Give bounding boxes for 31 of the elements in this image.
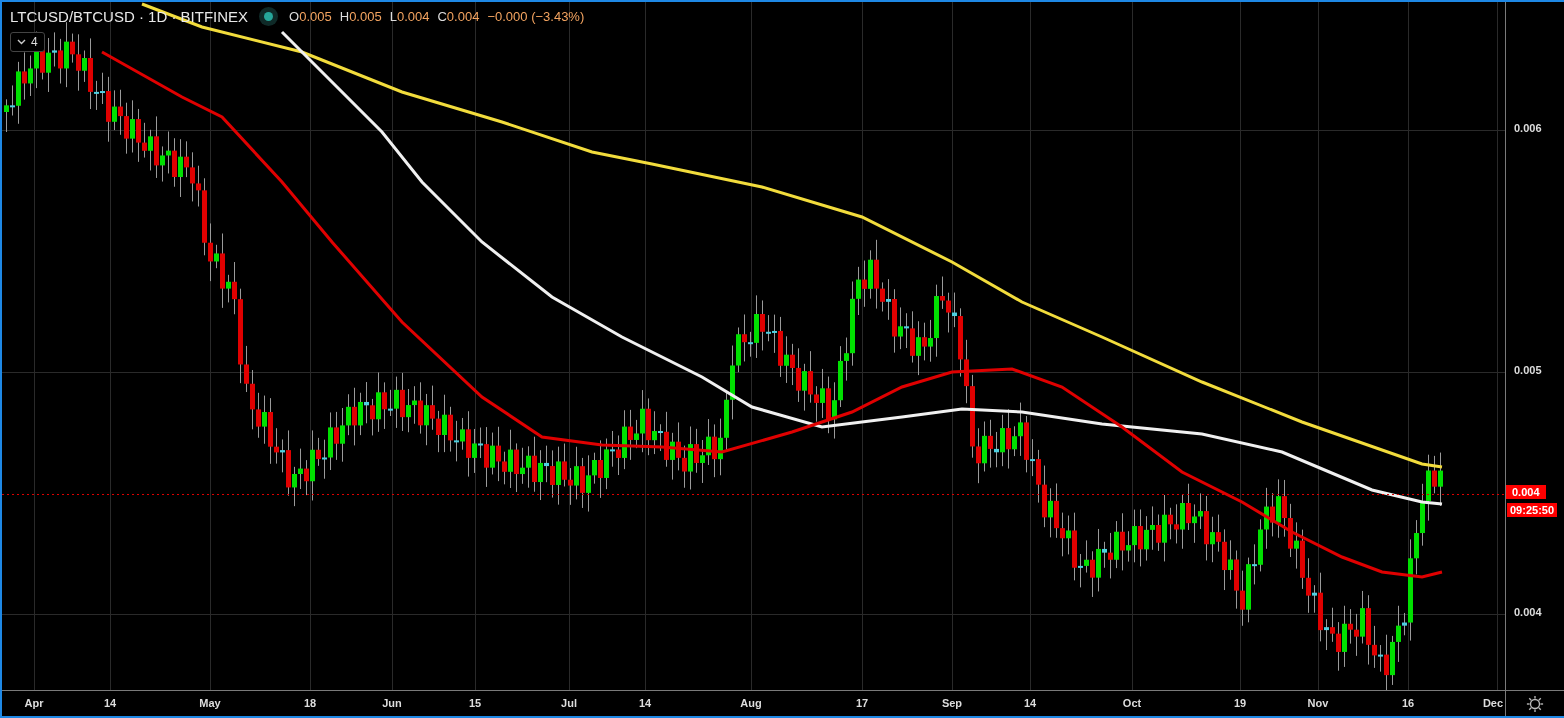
countdown-label: 09:25:50 (1507, 503, 1558, 517)
date-tick-label: Nov (1306, 697, 1330, 709)
chevron-down-icon (17, 39, 26, 45)
ohlc-value: C0.004 (437, 9, 480, 24)
date-tick-label: Dec (1481, 697, 1505, 709)
price-tick-label: 0.006 (1514, 122, 1542, 134)
date-tick-label: Oct (1121, 697, 1143, 709)
price-tick-label: 0.005 (1514, 364, 1542, 376)
date-tick-label: Jul (560, 697, 578, 709)
date-tick-label: 17 (854, 697, 870, 709)
current-price-label: 0.004 (1506, 485, 1546, 499)
price-tick-label: 0.004 (1514, 606, 1542, 618)
date-tick-label: Apr (23, 697, 45, 709)
date-tick-label: Sep (940, 697, 964, 709)
date-tick-label: Aug (739, 697, 763, 709)
date-tick-label: 15 (467, 697, 483, 709)
date-tick-label: 18 (302, 697, 318, 709)
indicators-toggle-button[interactable]: 4 (10, 32, 45, 52)
ohlc-value: H0.005 (339, 9, 382, 24)
date-tick-label: Jun (381, 697, 403, 709)
date-tick-label: 14 (637, 697, 653, 709)
date-tick-label: 14 (1022, 697, 1038, 709)
date-tick-label: 16 (1400, 697, 1416, 709)
ohlc-value: O0.005 (289, 9, 332, 24)
date-tick-label: 14 (102, 697, 118, 709)
settings-icon[interactable] (1526, 694, 1544, 713)
symbol-title[interactable]: LTCUSD/BTCUSD · 1D · BITFINEX (10, 8, 249, 25)
ohlc-value: L0.004 (389, 9, 430, 24)
date-tick-label: May (198, 697, 222, 709)
price-change: −0.000 (−3.43%) (487, 9, 585, 24)
date-tick-label: 19 (1232, 697, 1248, 709)
